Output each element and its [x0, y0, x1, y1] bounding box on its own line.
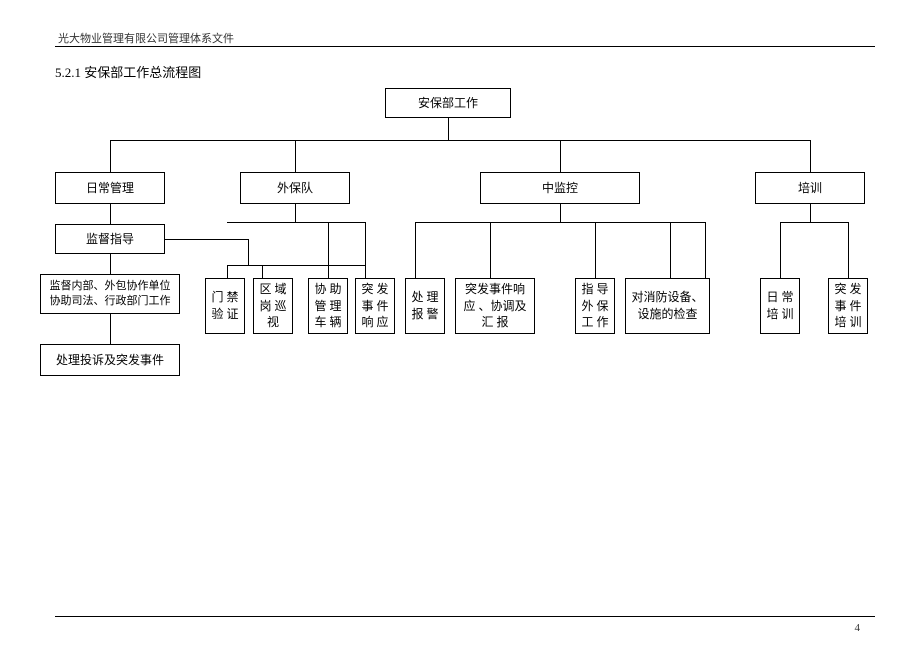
node-area-patrol: 区 域 岗 巡 视 [253, 278, 293, 334]
node-emergency-training: 突 发 事 件 培 训 [828, 278, 868, 334]
connector [227, 265, 365, 266]
connector [560, 140, 561, 172]
header-text: 光大物业管理有限公司管理体系文件 [58, 30, 234, 46]
connector [670, 222, 671, 278]
connector [110, 140, 810, 141]
connector [328, 222, 329, 278]
connector [780, 222, 781, 278]
node-emergency-coord: 突发事件响 应 、协调及 汇 报 [455, 278, 535, 334]
node-access-verify: 门 禁 验 证 [205, 278, 245, 334]
connector [595, 222, 596, 278]
connector [262, 265, 263, 278]
connector [415, 222, 416, 278]
node-guide-external: 指 导 外 保 工 作 [575, 278, 615, 334]
connector [780, 222, 848, 223]
connector [110, 140, 111, 172]
connector [365, 222, 366, 278]
node-supervise: 监督指导 [55, 224, 165, 254]
connector [448, 118, 449, 140]
header-line [55, 46, 875, 47]
connector [227, 265, 228, 278]
footer-line [55, 616, 875, 617]
connector [705, 222, 706, 278]
node-root: 安保部工作 [385, 88, 511, 118]
connector [165, 239, 248, 240]
connector [110, 254, 111, 274]
org-chart-diagram: 安保部工作 日常管理 外保队 中监控 培训 监督指导 监督内部、外包协作单位 协… [0, 80, 920, 480]
node-supervise-detail: 监督内部、外包协作单位 协助司法、行政部门工作 [40, 274, 180, 314]
connector [295, 204, 296, 222]
node-daily-training: 日 常 培 训 [760, 278, 800, 334]
node-training: 培训 [755, 172, 865, 204]
node-fire-check: 对消防设备、 设施的检查 [625, 278, 710, 334]
connector [810, 204, 811, 222]
connector [810, 140, 811, 172]
page-number: 4 [855, 622, 861, 634]
connector [490, 222, 491, 278]
node-daily-mgmt: 日常管理 [55, 172, 165, 204]
connector [560, 204, 561, 222]
connector [248, 239, 249, 265]
node-external-team: 外保队 [240, 172, 350, 204]
node-central-monitor: 中监控 [480, 172, 640, 204]
node-handle-alarm: 处 理 报 警 [405, 278, 445, 334]
connector [848, 222, 849, 278]
connector [110, 314, 111, 344]
node-complaints: 处理投诉及突发事件 [40, 344, 180, 376]
connector [415, 222, 705, 223]
connector [295, 140, 296, 172]
connector [227, 222, 365, 223]
node-emergency-response1: 突 发 事 件 响 应 [355, 278, 395, 334]
node-assist-vehicle: 协 助 管 理 车 辆 [308, 278, 348, 334]
section-title: 5.2.1 安保部工作总流程图 [55, 62, 201, 81]
connector [110, 204, 111, 224]
